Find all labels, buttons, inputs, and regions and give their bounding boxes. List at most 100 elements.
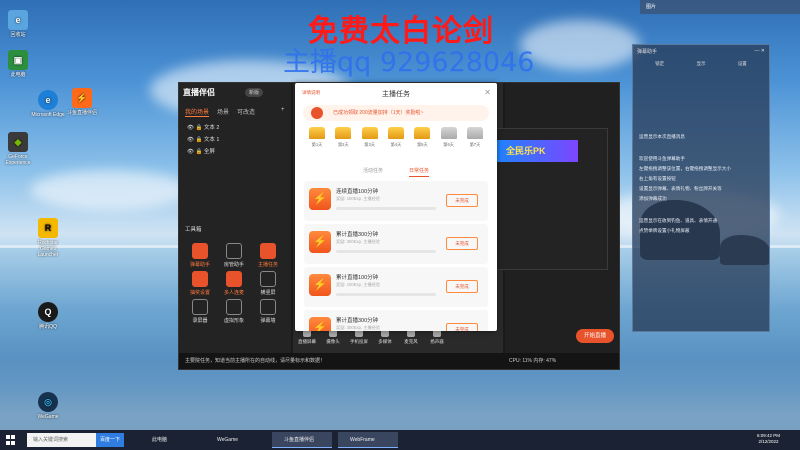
treasure-chest-icon (440, 127, 457, 139)
app-title: 直播伴侣 (183, 88, 215, 97)
danmu-icon (192, 243, 208, 259)
lightning-icon: ⚡ (309, 274, 331, 296)
tool-anchor-task[interactable]: 主播任务 (251, 243, 285, 268)
desktop-icon-rockstar[interactable]: R Rockstar Games Launcher (30, 218, 66, 258)
desktop-icon-geforce[interactable]: ◆ GeForce Experience (0, 132, 36, 166)
anchor-task-dialog: 详情说明 主播任务 ✕ 已成功领取 200流量加持（1天）奖励啦~ 第1天 第2… (295, 83, 497, 331)
taskbar-search-input[interactable]: 输入关键词搜索 (27, 433, 97, 447)
chest-day[interactable]: 第6天 (439, 127, 459, 148)
add-scene-icon[interactable]: + (281, 107, 285, 117)
source-item[interactable]: 👁 🔒 全屏 (187, 147, 215, 155)
task-progress (336, 293, 436, 296)
tool-multi-mic[interactable]: 多人连麦 (217, 271, 251, 296)
app-footer: 主要院任务，知道当前主播所在的自动线，请尽量标示和数据！ CPU: 11% 内存… (179, 353, 619, 369)
desktop-icon-this-pc[interactable]: ▣ 此电脑 (0, 50, 36, 78)
task-item: ⚡ 累计直播300分钟 奖励: 300Exp, 主播经验 未完成 (304, 310, 488, 331)
desktop-icon-recycle-bin[interactable]: e 回收站 (0, 10, 36, 38)
task-status-button[interactable]: 未完成 (446, 237, 478, 250)
taskbar-clock[interactable]: 6:09:42 PM 2/12/2022 (757, 433, 780, 445)
chest-day[interactable]: 第3天 (360, 127, 380, 148)
tab-editable[interactable]: 可改造 (237, 107, 255, 117)
settings-button[interactable]: 设置 (738, 61, 747, 73)
taskbar-item-this-pc[interactable]: 此电脑 (140, 432, 200, 448)
danmu-messages: 运营显示本次直播消息 欢迎使用斗鱼弹幕助手 左键拖拽调整该位置，右键拖拽调整显示… (639, 133, 765, 237)
close-icon[interactable]: ✕ (484, 88, 491, 97)
lightning-icon: ⚡ (309, 188, 331, 210)
wegame-icon: ◎ (38, 392, 58, 412)
treasure-chest-icon (414, 127, 431, 139)
tool-danmu-wall[interactable]: 弹幕墙 (251, 299, 285, 324)
message-line: 添加弹幕成功 (639, 196, 667, 201)
pk-banner[interactable]: 全民乐PK (496, 140, 578, 162)
chest-day[interactable]: 第5天 (412, 127, 432, 148)
message-line: 欢迎使用斗鱼弹幕助手 (639, 156, 685, 161)
toolbox-title: 工具箱 (185, 227, 202, 233)
start-live-button[interactable]: 开始直播 (576, 329, 614, 343)
tool-lottery[interactable]: 抽奖设置 (183, 271, 217, 296)
tool-media[interactable]: 多媒体 (375, 329, 395, 345)
tool-camera[interactable]: 摄像头 (323, 329, 343, 345)
tab-scenes[interactable]: 场景 (217, 107, 229, 117)
panel-title: 弹幕助手 (637, 49, 658, 55)
desktop-icon-qq[interactable]: Q 腾讯QQ (30, 302, 66, 330)
treasure-chest-icon (387, 127, 404, 139)
message-line: 点赞举牌设置小礼物屏蔽 (639, 228, 690, 233)
tab-activity-tasks[interactable]: 活动任务 (363, 167, 383, 177)
task-icon (260, 243, 276, 259)
desktop-icon-wegame[interactable]: ◎ WeGame (30, 392, 66, 420)
source-item[interactable]: 👁 🔒 文本 1 (187, 135, 219, 143)
desktop-icon-edge[interactable]: e Microsoft Edge (30, 90, 66, 118)
lightning-icon: ⚡ (309, 317, 331, 331)
tool-speaker[interactable]: 扬声器 (427, 329, 447, 345)
panel-controls[interactable]: — ✕ (754, 48, 765, 54)
tool-room-admin[interactable]: 房管助手 (217, 243, 251, 268)
message-line: 设置显示弹幕、表情礼物、粉丝牌开关等 (639, 186, 722, 191)
tool-phone-cast[interactable]: 手机投屏 (349, 329, 369, 345)
treasure-chest-icon (361, 127, 378, 139)
tool-avatar[interactable]: 虚拟形象 (217, 299, 251, 324)
source-item[interactable]: 👁 🔒 文本 2 (187, 123, 219, 131)
avatar-icon (226, 299, 242, 315)
baidu-search-button[interactable]: 百度一下 (96, 433, 124, 447)
source-toolbar: 直播屏幕 摄像头 手机投屏 多媒体 麦克风 扬声器 (297, 329, 447, 345)
task-progress (336, 207, 436, 210)
chest-day[interactable]: 第2天 (333, 127, 353, 148)
tool-danmu-helper[interactable]: 弹幕助手 (183, 243, 217, 268)
chest-day[interactable]: 第1天 (307, 127, 327, 148)
message-line: 运营显示在收到钓鱼、道具、表情开通 (639, 218, 718, 223)
mic-icon (226, 271, 242, 287)
rockstar-icon: R (38, 218, 58, 238)
danmu-helper-panel: 弹幕助手 — ✕ 锁定 显示 设置 运营显示本次直播消息 欢迎使用斗鱼弹幕助手 … (632, 44, 770, 332)
taskbar-item-douyu[interactable]: 斗鱼直播伴侣 (272, 432, 332, 448)
task-status-button[interactable]: 未完成 (446, 280, 478, 293)
douyu-icon: ⚡ (72, 88, 92, 108)
image-viewer-titlebar[interactable]: 图片 (640, 0, 800, 14)
admin-icon (226, 243, 242, 259)
windows-start-icon[interactable] (6, 435, 16, 445)
task-list: ⚡ 连续直播100分钟 奖励: 100Exp, 主播经验 未完成 ⚡ 累计直播3… (304, 181, 488, 331)
task-item: ⚡ 累计直播300分钟 奖励: 300Exp, 主播经验 未完成 (304, 224, 488, 264)
desktop-icon-douyu[interactable]: ⚡ 斗鱼直播伴侣 (64, 88, 100, 116)
tool-orientation[interactable]: 横竖屏 (251, 271, 285, 296)
chest-day[interactable]: 第7天 (465, 127, 485, 148)
tool-screen[interactable]: 直播屏幕 (297, 329, 317, 345)
chest-day[interactable]: 第4天 (386, 127, 406, 148)
task-progress (336, 250, 436, 253)
message-line: 运营显示本次直播消息 (639, 134, 685, 139)
footer-notice: 主要院任务，知道当前主播所在的自动线，请尽量标示和数据！ (185, 358, 326, 364)
lock-button[interactable]: 锁定 (655, 61, 664, 73)
overlay-subtitle: 主播qq 929628046 (283, 47, 535, 78)
task-status-button[interactable]: 未完成 (446, 194, 478, 207)
tool-recorder[interactable]: 录屏器 (183, 299, 217, 324)
geforce-icon: ◆ (8, 132, 28, 152)
task-tabs: 活动任务 日常任务 (295, 167, 497, 177)
checkin-chests: 第1天 第2天 第3天 第4天 第5天 第6天 第7天 (307, 127, 485, 148)
show-button[interactable]: 显示 (696, 61, 705, 73)
tool-microphone[interactable]: 麦克风 (401, 329, 421, 345)
taskbar-item-webframe[interactable]: WebFrame (338, 432, 398, 448)
tab-daily-tasks[interactable]: 日常任务 (409, 167, 430, 177)
task-status-button[interactable]: 未完成 (446, 323, 478, 331)
tab-my-scenes[interactable]: 我的场景 (185, 107, 210, 117)
wall-icon (260, 299, 276, 315)
taskbar-item-wegame[interactable]: WeGame (205, 432, 265, 448)
